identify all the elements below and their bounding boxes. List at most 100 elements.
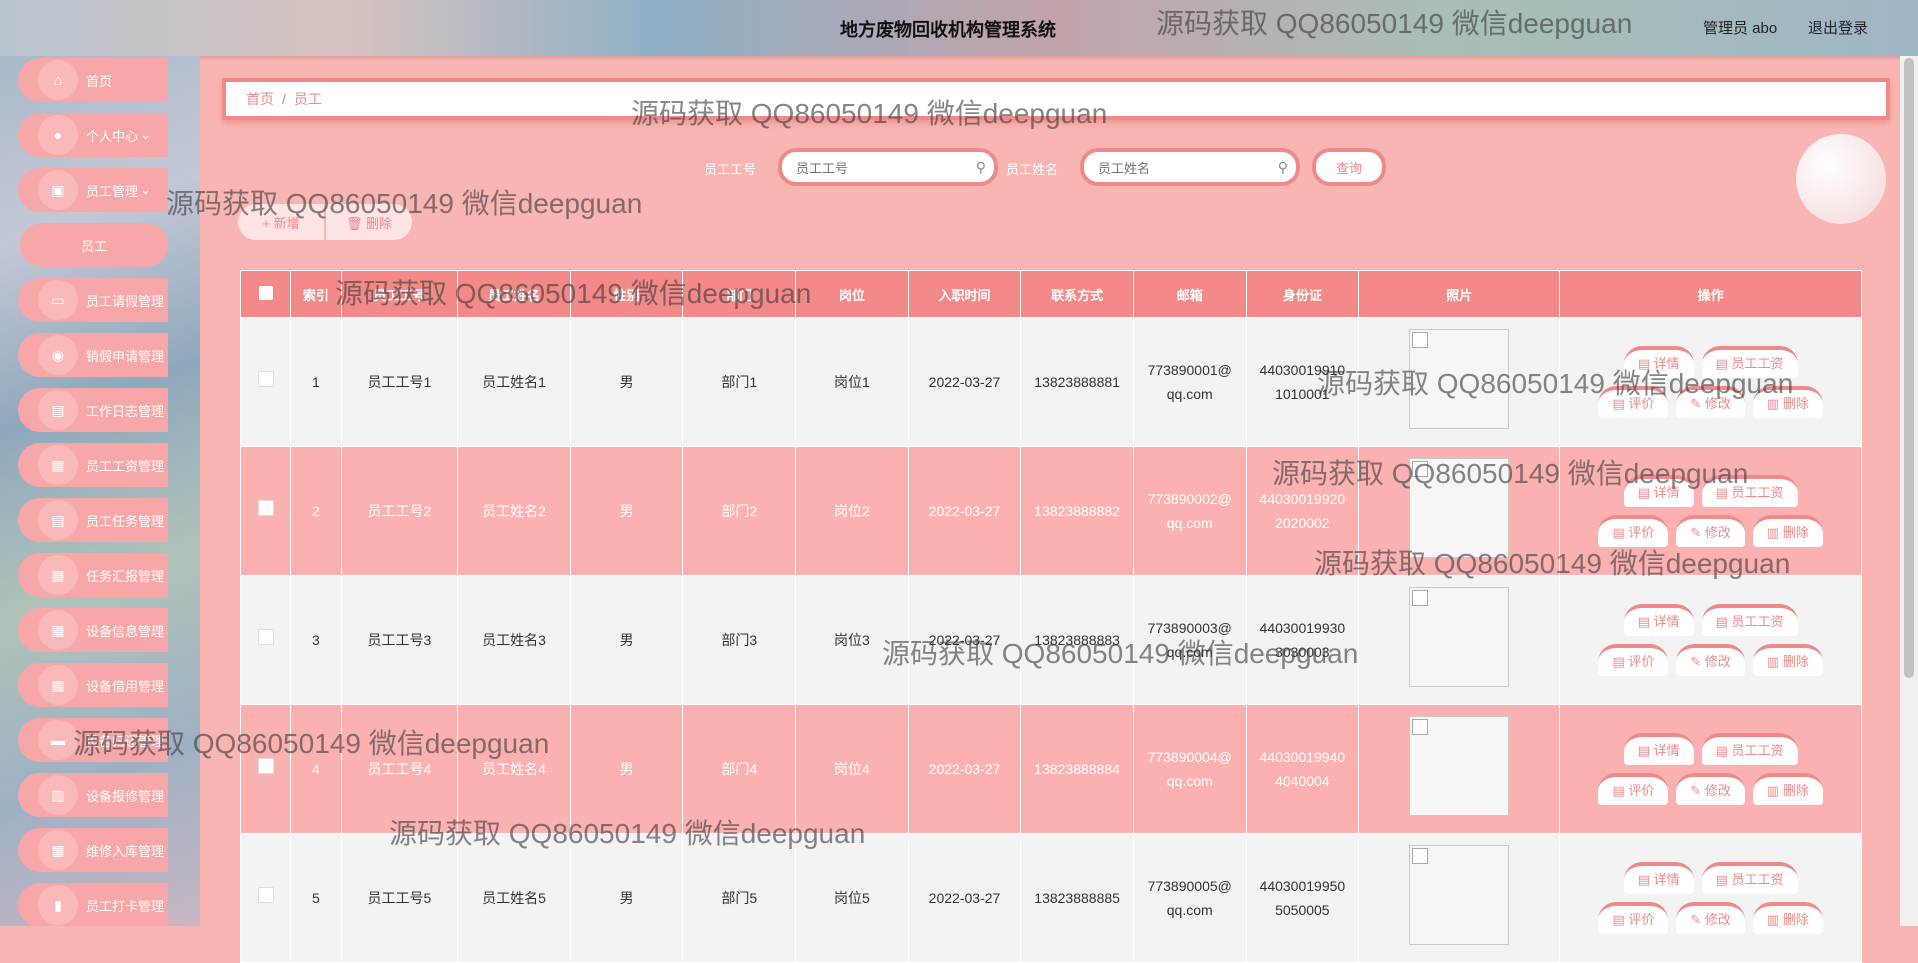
detail-button[interactable]: ▤ 详情 <box>1623 733 1694 765</box>
grid-icon: ▦ <box>38 610 78 650</box>
detail-button[interactable]: ▤ 详情 <box>1623 475 1694 507</box>
row-checkbox[interactable] <box>257 371 274 387</box>
cell-post-text: 岗位4 <box>833 761 870 777</box>
cell-dept: 部门5 <box>682 833 797 963</box>
row-delete-button[interactable]: ▥ 删除 <box>1752 773 1823 805</box>
edit-button[interactable]: ✎ 修改 <box>1676 644 1745 676</box>
current-user: 管理员 abo <box>1703 20 1778 37</box>
staff-table: 索引 员工工号 员工姓名 性别 部门 岗位 入职时间 联系方式 邮箱 身份证 照… <box>239 270 1862 963</box>
column-header: 员工姓名 <box>457 270 571 318</box>
edit-button[interactable]: ✎ 修改 <box>1676 386 1745 418</box>
row-select-cell[interactable] <box>239 317 292 447</box>
row-delete-button[interactable]: ▥ 删除 <box>1752 902 1823 934</box>
sidebar-item[interactable]: ▦ 设备借用管理 <box>18 663 168 707</box>
staff-name-input[interactable] <box>1096 152 1270 184</box>
edit-button[interactable]: ✎ 修改 <box>1676 902 1745 934</box>
edit-label: 修改 <box>1704 525 1731 540</box>
column-header: 岗位 <box>795 270 909 318</box>
select-all-cell[interactable] <box>239 270 292 318</box>
row-checkbox[interactable] <box>257 758 274 774</box>
detail-icon: ▤ <box>1637 614 1654 629</box>
staff-no-input[interactable] <box>794 152 968 184</box>
detail-button[interactable]: ▤ 详情 <box>1623 346 1694 378</box>
sidebar-item[interactable]: ▬ 设备归还管理 <box>18 718 168 762</box>
sidebar-item[interactable]: ▦ 任务汇报管理 <box>18 553 168 597</box>
row-select-cell[interactable] <box>239 446 292 576</box>
detail-label: 详情 <box>1653 614 1680 629</box>
sidebar-item[interactable]: ▮ 员工打卡管理 <box>18 883 168 926</box>
decorative-ball <box>1796 134 1886 224</box>
sidebar-item[interactable]: 员工 <box>20 223 168 267</box>
salary-button[interactable]: ▤ 员工工资 <box>1701 346 1798 378</box>
review-icon: ▤ <box>1612 912 1629 927</box>
salary-icon: ▤ <box>1715 356 1732 371</box>
sidebar-item[interactable]: ⌂ 首页 <box>18 58 168 102</box>
review-button[interactable]: ▤ 评价 <box>1598 773 1669 805</box>
sidebar-item-label: 员工管理 <box>86 183 139 199</box>
sidebar-item[interactable]: ▭ 员工请假管理 <box>18 278 168 322</box>
review-button[interactable]: ▤ 评价 <box>1598 515 1669 547</box>
salary-button[interactable]: ▤ 员工工资 <box>1701 475 1798 507</box>
sidebar-item[interactable]: ▦ 维修入库管理 <box>18 828 168 872</box>
delete-button[interactable]: 🗑 删除 <box>326 204 412 240</box>
trash-icon: ▥ <box>1766 396 1783 411</box>
delete-label: 删除 <box>1782 525 1809 540</box>
table-row: 1 员工工号1 员工姓名1 男 部门1 岗位1 2022-03-27 13823888881 7… <box>239 317 1862 447</box>
salary-button[interactable]: ▤ 员工工资 <box>1701 862 1798 894</box>
row-select-cell[interactable] <box>239 833 292 963</box>
sidebar-item[interactable]: ◉ 销假申请管理 <box>18 333 168 377</box>
sidebar-item[interactable]: ▦ 设备信息管理 <box>18 608 168 652</box>
row-select-cell[interactable] <box>239 575 292 705</box>
row-delete-button[interactable]: ▥ 删除 <box>1752 515 1823 547</box>
row-checkbox[interactable] <box>257 629 274 645</box>
detail-button[interactable]: ▤ 详情 <box>1623 862 1694 894</box>
sidebar-item[interactable]: ▥ 设备报修管理 <box>18 773 168 817</box>
edit-button[interactable]: ✎ 修改 <box>1676 515 1745 547</box>
sidebar-item[interactable]: ▦ 员工工资管理 <box>18 443 168 487</box>
photo-image <box>1409 586 1510 687</box>
review-button[interactable]: ▤ 评价 <box>1598 644 1669 676</box>
operation-buttons: ▤ 详情 ▤ 员工工资 ▤ 评价 ✎ 修改 ▥ 删除 <box>1561 604 1860 676</box>
salary-button[interactable]: ▤ 员工工资 <box>1701 733 1798 765</box>
row-checkbox[interactable] <box>257 500 274 516</box>
review-label: 评价 <box>1628 525 1655 540</box>
sidebar-item-label: 设备借用管理 <box>86 678 165 694</box>
photo-image <box>1409 328 1510 429</box>
salary-icon: ▤ <box>1715 614 1732 629</box>
row-select-cell[interactable] <box>239 704 292 834</box>
review-button[interactable]: ▤ 评价 <box>1598 902 1669 934</box>
edit-button[interactable]: ✎ 修改 <box>1676 773 1745 805</box>
column-header: 部门 <box>682 270 797 318</box>
cell-sex-text: 男 <box>619 761 634 777</box>
scrollbar-thumb[interactable] <box>1904 58 1914 678</box>
cell-id: 440300199202020002 <box>1245 446 1360 576</box>
column-header: 性别 <box>569 270 684 318</box>
add-button[interactable]: + 新增 <box>238 204 324 240</box>
salary-label: 员工工资 <box>1731 485 1784 500</box>
sidebar-item-label: 员工工资管理 <box>86 458 165 474</box>
sidebar-item[interactable]: ▤ 员工任务管理 <box>18 498 168 542</box>
breadcrumb-home[interactable]: 首页 <box>246 89 274 109</box>
select-all-checkbox[interactable] <box>258 285 273 300</box>
salary-label: 员工工资 <box>1731 614 1784 629</box>
row-delete-button[interactable]: ▥ 删除 <box>1752 644 1823 676</box>
sidebar-item[interactable]: ▤ 工作日志管理 <box>18 388 168 432</box>
sidebar-item[interactable]: ● 个人中心 ⌄ <box>18 113 168 157</box>
review-button[interactable]: ▤ 评价 <box>1598 386 1669 418</box>
sidebar-item-label: 设备信息管理 <box>86 623 165 639</box>
cell-id-text: 440300199505050005 <box>1259 878 1346 918</box>
query-button[interactable]: 查询 <box>1312 148 1386 186</box>
search-icon: ⚲ <box>975 159 986 175</box>
scrollbar[interactable] <box>1900 56 1918 926</box>
staff-name-field[interactable]: ⚲ <box>1080 148 1300 186</box>
sidebar-item[interactable]: ▣ 员工管理 ⌄ <box>18 168 168 212</box>
staff-no-field[interactable]: ⚲ <box>778 148 998 186</box>
cell-dept-text: 部门2 <box>721 503 758 519</box>
salary-button[interactable]: ▤ 员工工资 <box>1701 604 1798 636</box>
detail-button[interactable]: ▤ 详情 <box>1623 604 1694 636</box>
table-row: 2 员工工号2 员工姓名2 男 部门2 岗位2 2022-03-27 13823888882 7… <box>239 446 1862 576</box>
row-delete-button[interactable]: ▥ 删除 <box>1752 386 1823 418</box>
row-checkbox[interactable] <box>257 887 274 903</box>
review-label: 评价 <box>1628 783 1655 798</box>
logout-link[interactable]: 退出登录 <box>1808 17 1868 38</box>
